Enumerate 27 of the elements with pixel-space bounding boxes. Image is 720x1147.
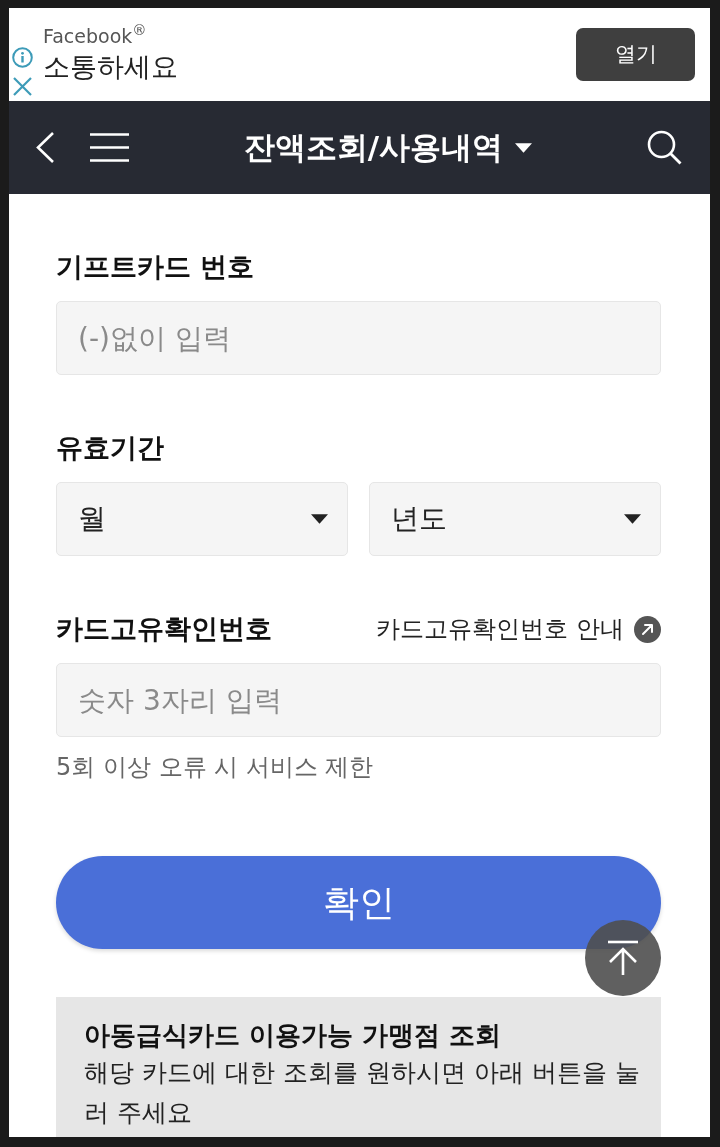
- field-label: 유효기간: [56, 430, 164, 465]
- text-input-field[interactable]: 숫자 3자리 입력: [56, 663, 661, 737]
- back-icon[interactable]: [35, 131, 55, 164]
- confirm-button[interactable]: 확인: [56, 856, 661, 949]
- arrow-up-icon: [607, 940, 639, 976]
- info-icon[interactable]: [11, 47, 33, 68]
- helper-text: 5회 이상 오류 시 서비스 제한: [56, 752, 375, 782]
- page-title-dropdown[interactable]: 잔액조회/사용내역: [243, 124, 533, 171]
- caret-icon: [624, 514, 641, 524]
- guide-link[interactable]: 카드고유확인번호 안내: [376, 611, 661, 647]
- field-label: 기프트카드 번호: [56, 249, 255, 284]
- caret-icon: [311, 514, 328, 524]
- text-input-field[interactable]: (-)없이 입력: [56, 301, 661, 375]
- scroll-to-top-button[interactable]: [585, 920, 661, 996]
- field-label: 카드고유확인번호: [56, 611, 272, 646]
- ad-brand-text: Facebook$^{®}$: [43, 24, 148, 47]
- search-icon[interactable]: [647, 130, 682, 165]
- info-title: 아동급식카드 이용가능 가맹점 조회: [84, 1019, 503, 1052]
- dropdown-select[interactable]: 월: [56, 482, 348, 556]
- ad-headline: 소통하세요: [43, 49, 178, 84]
- close-icon[interactable]: [12, 77, 32, 96]
- caret-icon: [515, 142, 533, 153]
- dropdown-select[interactable]: 년도: [369, 482, 661, 556]
- info-description: 해당 카드에 대한 조회를 원하시면 아래 버튼을 눌러 주세요: [84, 1057, 641, 1129]
- arrow-circle-icon: [634, 615, 661, 643]
- open-button[interactable]: 열기: [576, 28, 695, 81]
- menu-icon[interactable]: [90, 133, 129, 162]
